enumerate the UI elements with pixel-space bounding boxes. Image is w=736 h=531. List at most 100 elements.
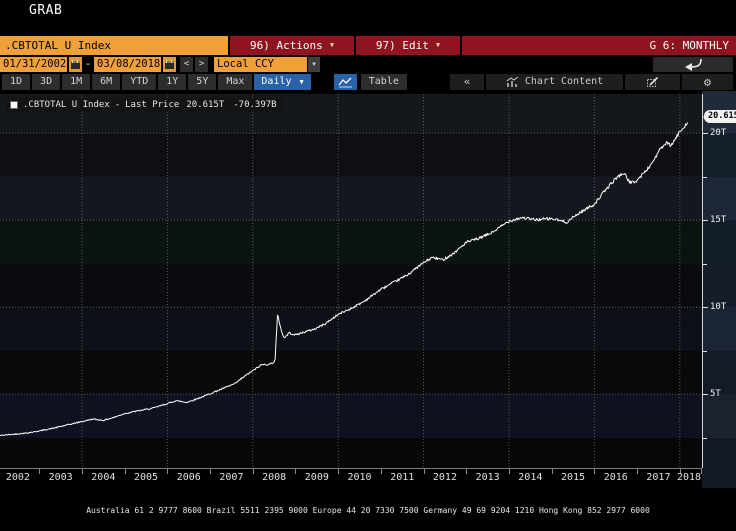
time-axis-tick: [508, 469, 510, 474]
undo-arrow-icon: [685, 58, 702, 71]
time-axis-tick: [338, 469, 340, 474]
time-axis-tick: [252, 469, 254, 474]
frequency-value: Daily: [261, 76, 292, 87]
time-axis-label-2003: 2003: [48, 472, 73, 483]
period-button-group: 1D 3D 1M 6M YTD 1Y 5Y Max Daily ▼ Table: [2, 74, 407, 90]
calendar-icon: [165, 59, 175, 69]
line-chart-icon: [338, 77, 352, 87]
toolbar-right-group: « Chart Content ⚙: [450, 74, 733, 90]
period-button-ytd[interactable]: YTD: [122, 74, 157, 90]
chart-content-button[interactable]: Chart Content: [486, 74, 623, 90]
legend-change: -70.397B: [233, 100, 277, 110]
command-bar: .CBTOTAL U Index 96) Actions ▼ 97) Edit …: [0, 36, 736, 55]
time-axis-tick: [594, 469, 596, 474]
chart-region: .CBTOTAL U Index - Last Price 20.615T -7…: [0, 91, 736, 488]
time-axis-tick: [124, 469, 126, 474]
edit-menu-label: 97) Edit: [375, 39, 429, 52]
time-axis-label-2010: 2010: [347, 472, 372, 483]
time-axis-label-2018: 2018: [676, 472, 702, 483]
price-axis-label-20t: 20T: [710, 128, 727, 139]
chart-type-button[interactable]: [333, 74, 357, 90]
time-axis-tick: [637, 469, 639, 474]
range-back-button[interactable]: <: [180, 57, 194, 72]
price-axis-label-15t: 15T: [710, 215, 727, 226]
settings-button[interactable]: ⚙: [682, 74, 733, 90]
footer-contact-line-1: Australia 61 2 9777 8600 Brazil 5511 239…: [86, 506, 650, 515]
currency-select[interactable]: Local CCY ▼: [214, 57, 321, 72]
period-button-1y[interactable]: 1Y: [158, 74, 187, 90]
time-axis-label-2011: 2011: [390, 472, 415, 483]
period-button-3d[interactable]: 3D: [32, 74, 61, 90]
time-axis-label-2005: 2005: [133, 472, 159, 483]
date-range-separator: -: [85, 59, 92, 70]
time-axis-label-2014: 2014: [518, 472, 543, 483]
range-bar: 01/31/2002 - 03/08/2018 < > Local CCY ▼: [0, 56, 736, 73]
time-axis-tick: [81, 469, 83, 474]
chart-slot-label: G 6: MONTHLY: [460, 36, 736, 55]
table-view-button[interactable]: Table: [360, 74, 407, 90]
time-axis-label-2015: 2015: [560, 472, 586, 483]
time-axis-tick: [466, 469, 468, 474]
chart-plot-area[interactable]: .CBTOTAL U Index - Last Price 20.615T -7…: [0, 94, 702, 468]
currency-value: Local CCY: [214, 57, 308, 72]
period-button-1d[interactable]: 1D: [2, 74, 31, 90]
start-date-calendar-button[interactable]: [69, 57, 82, 72]
annotate-pencil-icon: [647, 76, 659, 87]
time-axis-line: [0, 468, 702, 469]
time-axis-tick: [39, 469, 41, 474]
time-axis-label-2009: 2009: [304, 472, 329, 483]
gear-icon: ⚙: [703, 75, 712, 89]
series-swatch-icon: [10, 101, 18, 109]
chevron-down-icon: ▼: [308, 57, 321, 72]
start-date-input[interactable]: 01/31/2002: [0, 57, 67, 72]
price-axis-label-10t: 10T: [710, 302, 727, 313]
time-axis-label-2017: 2017: [646, 472, 671, 483]
chevron-down-icon: ▼: [299, 78, 304, 86]
actions-menu-button[interactable]: 96) Actions ▼: [228, 36, 354, 55]
time-axis-label-2013: 2013: [475, 472, 500, 483]
annotate-button[interactable]: [625, 74, 680, 90]
legend-metric: Last Price: [125, 100, 180, 110]
price-line-chart: [0, 94, 702, 468]
range-forward-button[interactable]: >: [195, 57, 209, 72]
price-axis-tick: [703, 394, 708, 396]
grab-title: GRAB: [29, 3, 63, 18]
edit-menu-button[interactable]: 97) Edit ▼: [354, 36, 460, 55]
price-axis-tick: [703, 220, 708, 222]
chart-legend[interactable]: .CBTOTAL U Index - Last Price 20.615T -7…: [6, 98, 284, 112]
legend-last-price: 20.615T: [186, 100, 225, 110]
price-axis-minor-tick: [703, 263, 707, 265]
time-axis-tick: [295, 469, 297, 474]
price-axis-label-5t: 5T: [710, 389, 721, 400]
time-axis-tick: [210, 469, 212, 474]
chart-content-icon: [506, 76, 519, 87]
frequency-select[interactable]: Daily ▼: [254, 74, 311, 90]
chevron-down-icon: ▼: [435, 41, 441, 49]
period-button-1m[interactable]: 1M: [62, 74, 91, 90]
price-axis-minor-tick: [703, 437, 707, 439]
end-date-calendar-button[interactable]: [163, 57, 177, 72]
time-axis-label-2008: 2008: [262, 472, 287, 483]
period-button-max[interactable]: Max: [218, 74, 253, 90]
period-button-6m[interactable]: 6M: [92, 74, 121, 90]
time-axis-tick: [423, 469, 425, 474]
chevron-down-icon: ▼: [329, 41, 335, 49]
time-axis-label-2004: 2004: [91, 472, 116, 483]
price-axis-minor-tick: [703, 350, 707, 352]
last-price-tag: 20.615T: [703, 110, 736, 123]
collapse-toolbar-button[interactable]: «: [450, 74, 484, 90]
end-date-input[interactable]: 03/08/2018: [94, 57, 162, 72]
price-axis-line: [702, 94, 703, 468]
price-axis-tick: [703, 133, 708, 135]
undo-button[interactable]: [653, 57, 733, 72]
legend-separator: -: [114, 100, 121, 110]
chart-content-label: Chart Content: [524, 76, 604, 87]
calendar-icon: [71, 59, 80, 69]
price-axis-panel: [702, 91, 736, 488]
security-input[interactable]: .CBTOTAL U Index: [0, 36, 228, 55]
time-axis-label-2002: 2002: [5, 472, 30, 483]
price-axis-tick: [703, 307, 708, 309]
price-axis-minor-tick: [703, 176, 707, 178]
period-button-5y[interactable]: 5Y: [188, 74, 217, 90]
time-axis-tick: [380, 469, 382, 474]
